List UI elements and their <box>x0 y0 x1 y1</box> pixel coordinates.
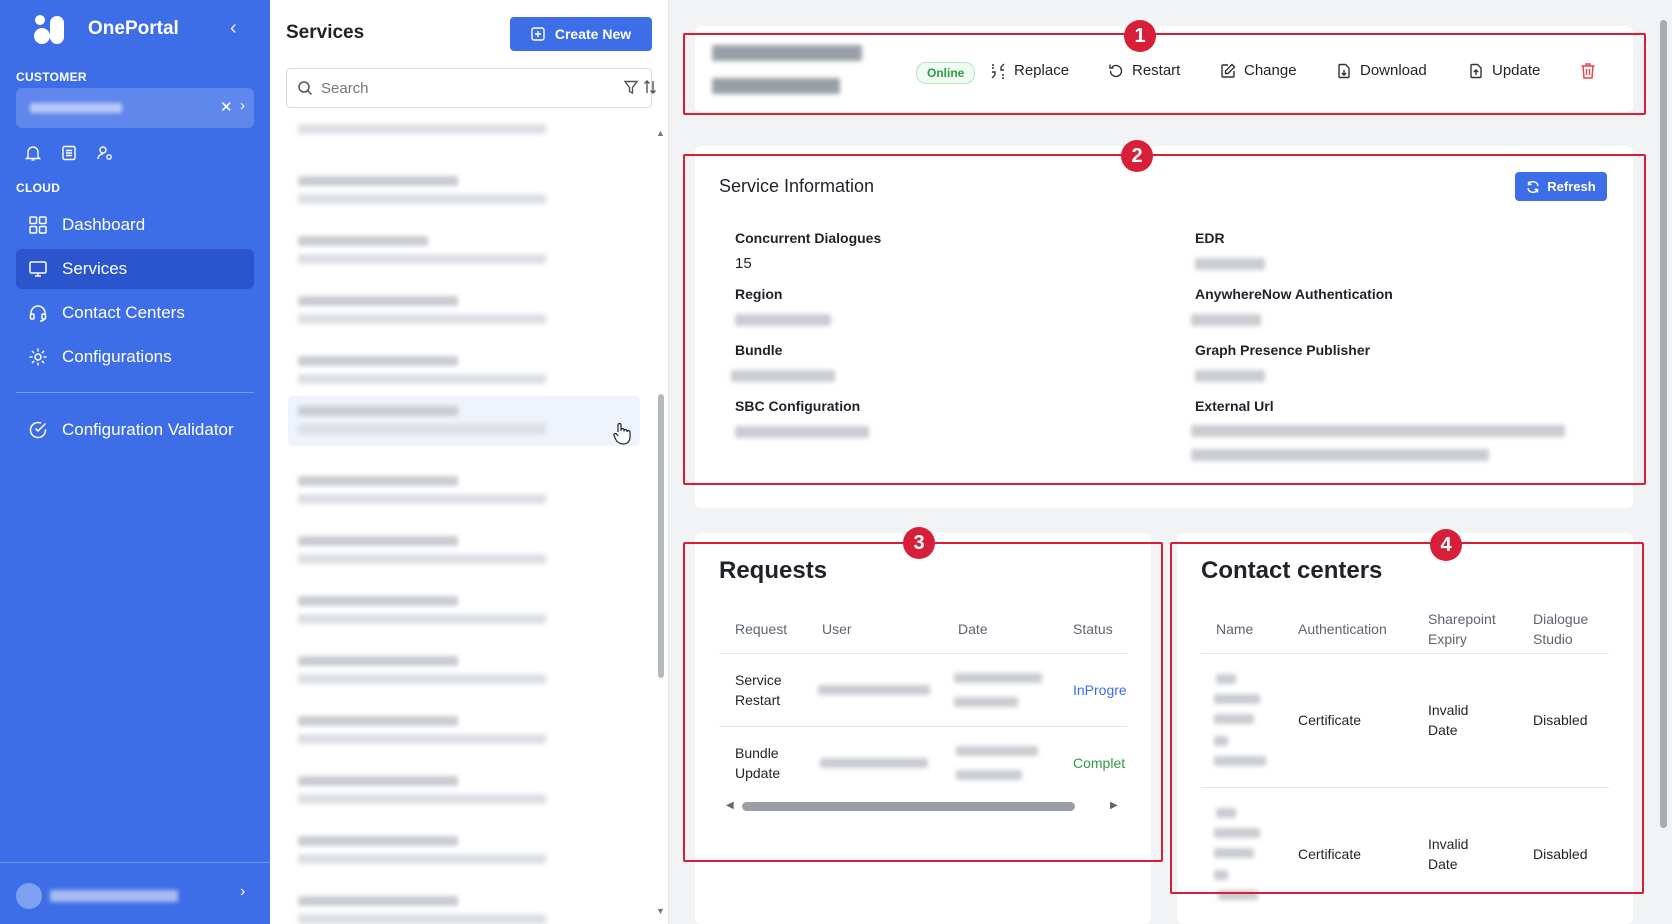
service-name-redacted <box>298 236 428 246</box>
annotation-box-4 <box>1170 542 1644 894</box>
service-name-redacted <box>298 406 458 416</box>
services-list-panel: Services Create New ▲ ▼ <box>270 0 669 924</box>
service-list-item[interactable] <box>288 706 640 756</box>
create-new-button[interactable]: Create New <box>510 17 652 51</box>
service-list-item[interactable] <box>288 646 640 696</box>
service-list-item[interactable] <box>288 586 640 636</box>
service-name-redacted <box>298 776 458 786</box>
user-settings-icon[interactable] <box>96 144 114 162</box>
service-name-redacted <box>298 356 458 366</box>
service-name-redacted <box>298 716 458 726</box>
brand-name: OnePortal <box>88 18 179 39</box>
customer-selector[interactable]: ✕ › <box>16 88 254 128</box>
bell-icon[interactable] <box>24 144 42 162</box>
check-circle-icon <box>29 421 47 439</box>
service-detail-redacted <box>298 124 546 134</box>
plus-square-icon <box>531 27 545 41</box>
nav-configuration-validator-label: Configuration Validator <box>62 420 234 439</box>
nav-dashboard[interactable]: Dashboard <box>16 205 254 245</box>
user-name-redacted <box>50 890 178 902</box>
annotation-marker-3: 3 <box>903 527 935 559</box>
annotation-box-2 <box>683 154 1646 485</box>
service-list-item[interactable] <box>288 346 640 396</box>
nav-contact-centers-label: Contact Centers <box>62 303 185 322</box>
service-list-item[interactable] <box>288 226 640 276</box>
annotation-marker-4: 4 <box>1430 529 1462 561</box>
quick-icons <box>24 144 114 162</box>
service-detail-redacted <box>298 314 546 324</box>
service-list-item[interactable] <box>288 886 640 924</box>
scroll-up-icon[interactable]: ▲ <box>656 128 665 138</box>
clear-customer-icon[interactable]: ✕ <box>220 98 233 116</box>
scrollbar-thumb[interactable] <box>658 394 664 678</box>
headset-icon <box>29 305 47 322</box>
services-title: Services <box>286 22 365 43</box>
service-list-item[interactable] <box>288 526 640 576</box>
service-name-redacted <box>298 476 458 486</box>
nav-contact-centers[interactable]: Contact Centers <box>16 293 254 333</box>
gear-icon <box>29 348 47 366</box>
service-detail-redacted <box>298 794 546 804</box>
hand-cursor-icon <box>613 422 631 445</box>
service-name-redacted <box>298 836 458 846</box>
search-input[interactable] <box>321 77 581 99</box>
chevron-right-icon[interactable]: › <box>240 883 245 901</box>
service-list-item[interactable] <box>288 766 640 816</box>
sidebar-divider <box>16 392 254 393</box>
service-detail-redacted <box>298 254 546 264</box>
nav-services-label: Services <box>62 259 128 278</box>
cloud-section-label: CLOUD <box>16 181 61 195</box>
nav-configurations[interactable]: Configurations <box>16 337 254 377</box>
nav-configurations-label: Configurations <box>62 347 172 366</box>
collapse-sidebar-icon[interactable]: ‹ <box>230 17 237 40</box>
monitor-icon <box>29 261 47 277</box>
oneportal-logo-icon <box>34 15 64 44</box>
service-list-item[interactable] <box>288 826 640 876</box>
service-name-redacted <box>298 656 458 666</box>
user-avatar-icon <box>16 883 42 909</box>
service-detail-redacted <box>298 914 546 924</box>
list-icon[interactable] <box>60 144 78 162</box>
annotation-box-1 <box>683 33 1646 115</box>
service-name-redacted <box>298 296 458 306</box>
sort-icon[interactable] <box>643 79 657 95</box>
annotation-marker-1: 1 <box>1124 20 1156 52</box>
customer-name-redacted <box>30 103 122 113</box>
chevron-right-icon[interactable]: › <box>240 97 245 114</box>
service-detail-redacted <box>298 614 546 624</box>
service-name-redacted <box>298 536 458 546</box>
service-detail-redacted <box>298 374 546 384</box>
service-list-item[interactable] <box>288 166 640 216</box>
service-detail-redacted <box>298 554 546 564</box>
service-detail-redacted <box>298 854 546 864</box>
main-scrollbar-thumb[interactable] <box>1660 20 1667 828</box>
service-list-item[interactable] <box>288 466 640 516</box>
nav-dashboard-label: Dashboard <box>62 215 146 234</box>
annotation-marker-2: 2 <box>1121 140 1153 172</box>
service-detail-redacted <box>298 674 546 684</box>
service-name-redacted <box>298 596 458 606</box>
sidebar: OnePortal ‹ CUSTOMER ✕ › CLOUD Dashboard… <box>0 0 270 924</box>
service-detail-redacted <box>298 424 546 434</box>
scroll-down-icon[interactable]: ▼ <box>656 906 665 916</box>
nav-configuration-validator[interactable]: Configuration Validator <box>16 410 254 450</box>
filter-icon[interactable] <box>623 79 639 95</box>
service-detail-redacted <box>298 194 546 204</box>
service-list-item[interactable] <box>288 286 640 336</box>
create-new-label: Create New <box>554 26 632 42</box>
search-field[interactable] <box>286 68 656 108</box>
user-profile[interactable]: › <box>0 862 270 924</box>
nav-services[interactable]: Services <box>16 249 254 289</box>
search-icon <box>298 81 313 96</box>
service-name-redacted <box>298 176 458 186</box>
service-detail-redacted <box>298 734 546 744</box>
service-list-item[interactable] <box>288 116 640 166</box>
annotation-box-3 <box>683 542 1163 862</box>
service-detail-redacted <box>298 494 546 504</box>
service-list-item[interactable] <box>288 396 640 446</box>
service-name-redacted <box>298 896 458 906</box>
dashboard-icon <box>29 216 47 234</box>
customer-section-label: CUSTOMER <box>16 70 87 84</box>
